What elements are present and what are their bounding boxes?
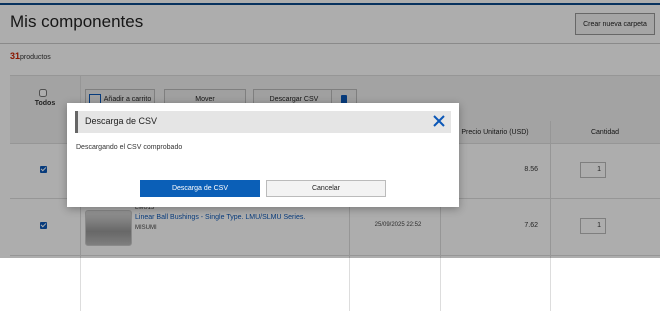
dialog-title: Descarga de CSV xyxy=(85,116,158,126)
cancel-button[interactable]: Cancelar xyxy=(266,180,386,197)
csv-download-dialog: Descarga de CSV Descargando el CSV compr… xyxy=(67,103,459,207)
close-icon[interactable] xyxy=(431,113,447,129)
dialog-header: Descarga de CSV xyxy=(75,111,451,133)
dialog-message: Descargando el CSV comprobado xyxy=(76,144,183,151)
download-csv-confirm-button[interactable]: Descarga de CSV xyxy=(140,180,260,197)
